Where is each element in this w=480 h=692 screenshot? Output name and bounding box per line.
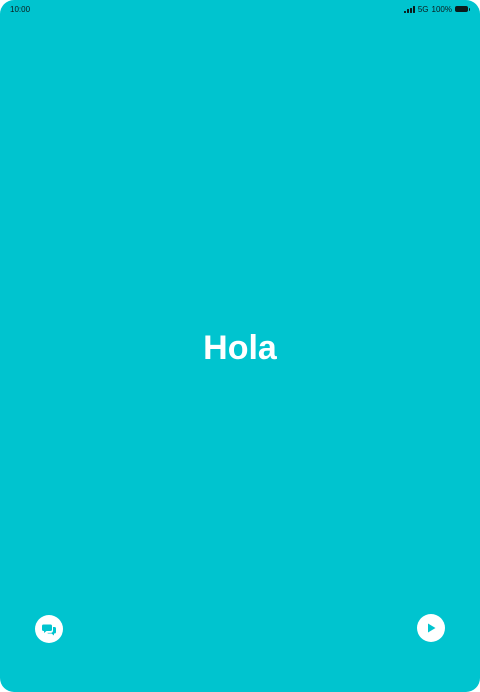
chat-button[interactable]	[35, 615, 63, 643]
status-time: 10:00	[10, 4, 31, 14]
play-button[interactable]	[417, 614, 445, 642]
status-bar: 10:00 5G 100%	[0, 0, 480, 18]
signal-strength-icon	[403, 5, 415, 13]
app-screen: 10:00 5G 100% Hola	[0, 0, 480, 692]
network-type: 5G	[417, 4, 429, 14]
battery-icon	[455, 6, 470, 12]
greeting-text: Hola	[203, 329, 277, 367]
chat-bubbles-icon	[42, 624, 56, 636]
status-indicators: 5G 100%	[403, 4, 470, 14]
play-icon	[428, 623, 436, 633]
battery-percentage: 100%	[431, 4, 452, 14]
